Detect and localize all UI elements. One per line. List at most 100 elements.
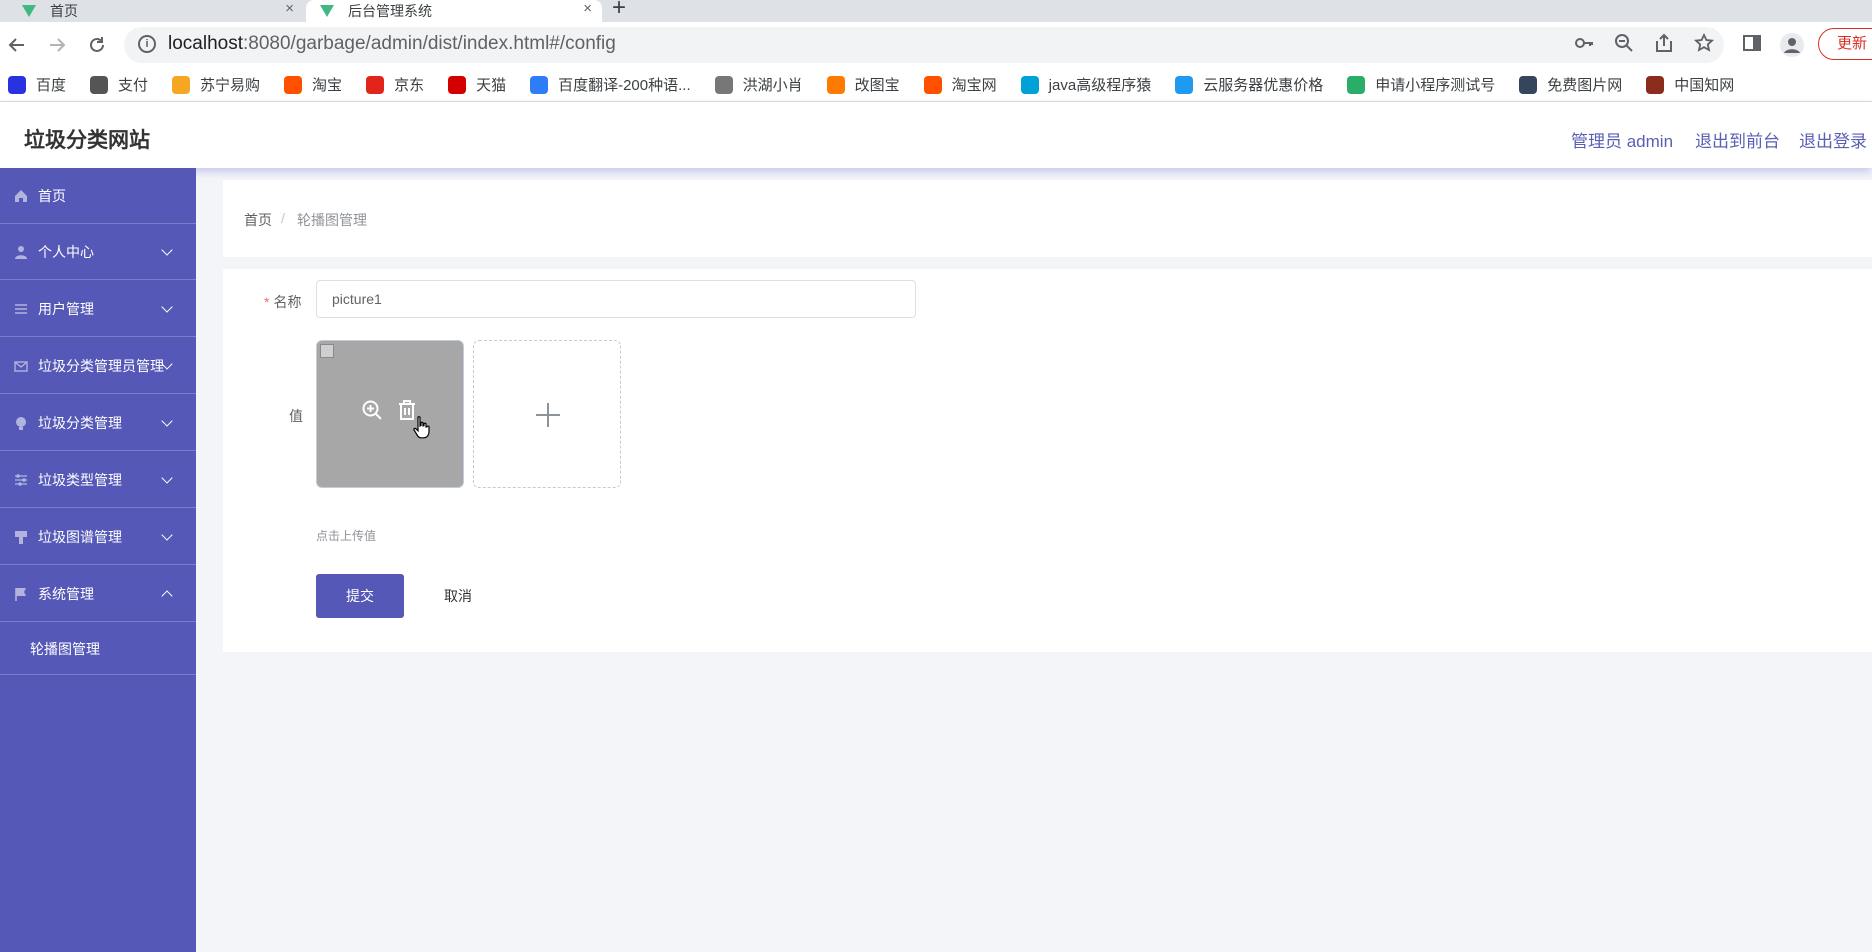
forward-icon[interactable] — [44, 32, 70, 58]
bookmark-label: 淘宝 — [312, 77, 343, 94]
chevron-down-icon — [161, 529, 173, 541]
sidebar-item-garbage-classification[interactable]: 垃圾分类管理 — [0, 395, 196, 451]
cancel-button[interactable]: 取消 — [428, 574, 488, 618]
profile-avatar-icon[interactable] — [1780, 33, 1804, 57]
key-icon[interactable] — [1572, 33, 1596, 57]
name-label: * 名称 — [264, 292, 301, 312]
name-label-text: 名称 — [273, 294, 302, 310]
bookmark-label: 淘宝网 — [951, 77, 997, 94]
bookmark-favicon-icon — [923, 75, 942, 94]
bookmark-item[interactable]: 京东 — [366, 74, 424, 95]
bookmark-item[interactable]: 云服务器优惠价格 — [1175, 74, 1323, 95]
sidebar-item-label: 垃圾类型管理 — [38, 471, 122, 488]
plus-icon — [526, 393, 570, 437]
sidebar-item-users[interactable]: 用户管理 — [0, 281, 196, 337]
update-button[interactable]: 更新 — [1818, 28, 1872, 60]
sidebar-item-profile[interactable]: 个人中心 — [0, 224, 196, 280]
bookmark-label: 支付 — [118, 77, 149, 94]
bookmark-favicon-icon — [714, 75, 733, 94]
bookmark-label: 苏宁易购 — [200, 77, 261, 94]
bookmark-favicon-icon — [1020, 75, 1039, 94]
side-panel-icon[interactable] — [1740, 33, 1764, 57]
back-icon[interactable] — [4, 32, 30, 58]
bookmark-favicon-icon — [172, 75, 191, 94]
bookmark-label: 申请小程序测试号 — [1375, 77, 1496, 94]
bookmark-label: 云服务器优惠价格 — [1203, 77, 1324, 94]
bookmark-item[interactable]: 中国知网 — [1646, 74, 1734, 95]
bookmark-label: 百度翻译-200种语... — [558, 77, 691, 94]
url-path: :8080/garbage/admin/dist/index.html#/con… — [243, 33, 616, 54]
bookmark-item[interactable]: 改图宝 — [826, 74, 900, 95]
bookmark-favicon-icon — [90, 75, 109, 94]
bookmark-item[interactable]: 支付 — [90, 74, 148, 95]
chevron-down-icon — [161, 301, 173, 313]
sidebar-subitem-carousel[interactable]: 轮播图管理 — [0, 623, 196, 675]
bookmark-item[interactable]: 天猫 — [448, 74, 506, 95]
browser-tab-1[interactable]: 首页 × — [8, 0, 304, 22]
bookmark-item[interactable]: java高级程序猿 — [1020, 74, 1152, 95]
sidebar-item-home[interactable]: 首页 — [0, 168, 196, 224]
chevron-down-icon — [161, 415, 173, 427]
site-title: 垃圾分类网站 — [24, 129, 150, 152]
submit-button[interactable]: 提交 — [316, 574, 404, 618]
vue-favicon-icon — [320, 5, 334, 17]
message-icon — [14, 359, 28, 373]
bookmark-label: 洪湖小肖 — [742, 77, 803, 94]
new-tab-button[interactable]: + — [612, 0, 626, 22]
bookmark-item[interactable]: 免费图片网 — [1519, 74, 1622, 95]
flag-icon — [14, 587, 28, 601]
close-tab-icon[interactable]: × — [583, 0, 592, 17]
broken-image-icon — [320, 344, 334, 358]
logout-link[interactable]: 退出登录 — [1799, 127, 1867, 152]
url-text[interactable]: localhost:8080/garbage/admin/dist/index.… — [168, 33, 616, 55]
site-info-icon[interactable]: i — [138, 35, 156, 53]
bookmark-label: 京东 — [394, 77, 425, 94]
zoom-in-icon[interactable] — [361, 399, 383, 421]
close-tab-icon[interactable]: × — [285, 0, 294, 17]
bookmarks-bar: 百度 支付 苏宁易购 淘宝 京东 天猫 百度翻译-200种语... 洪湖小肖 改图宝 淘宝网 jav… — [0, 68, 1872, 102]
chevron-down-icon — [161, 472, 173, 484]
bookmark-favicon-icon — [1175, 75, 1194, 94]
browser-tab-2-active[interactable]: 后台管理系统 × — [306, 0, 602, 22]
user-icon — [14, 245, 28, 259]
bookmark-favicon-icon — [366, 75, 385, 94]
bookmark-favicon-icon — [530, 75, 549, 94]
breadcrumb-home[interactable]: 首页 — [244, 210, 272, 230]
sidebar-item-garbage-admins[interactable]: 垃圾分类管理员管理 — [0, 338, 196, 394]
name-input[interactable] — [316, 280, 916, 318]
bookmark-favicon-icon — [1519, 75, 1538, 94]
admin-user-label[interactable]: 管理员 admin — [1571, 127, 1673, 152]
bookmark-label: 中国知网 — [1674, 77, 1735, 94]
bookmark-favicon-icon — [1646, 75, 1665, 94]
share-icon[interactable] — [1652, 33, 1676, 57]
bookmark-item[interactable]: 百度翻译-200种语... — [530, 74, 691, 95]
bookmark-star-icon[interactable] — [1692, 32, 1716, 57]
bookmark-favicon-icon — [448, 75, 467, 94]
sidebar-item-label: 垃圾分类管理员管理 — [38, 357, 164, 374]
sidebar-item-system[interactable]: 系统管理 — [0, 566, 196, 622]
breadcrumb — [223, 180, 1872, 257]
value-label: 值 — [289, 408, 303, 424]
bookmark-item[interactable]: 淘宝网 — [923, 74, 997, 95]
bookmark-item[interactable]: 苏宁易购 — [172, 74, 260, 95]
bookmark-item[interactable]: 淘宝 — [284, 74, 342, 95]
bookmark-item[interactable]: 百度 — [8, 74, 66, 95]
upload-tip: 点击上传值 — [316, 529, 377, 543]
sidebar-item-garbage-types[interactable]: 垃圾类型管理 — [0, 452, 196, 508]
zoom-icon[interactable] — [1612, 33, 1636, 57]
breadcrumb-current: 轮播图管理 — [297, 212, 367, 228]
image-upload-button[interactable] — [473, 340, 621, 488]
hand-cursor-icon — [413, 415, 431, 439]
bookmark-favicon-icon — [1347, 75, 1366, 94]
bookmark-item[interactable]: 洪湖小肖 — [714, 74, 803, 95]
tab-title: 首页 — [50, 3, 78, 19]
exit-to-front-link[interactable]: 退出到前台 — [1695, 127, 1780, 152]
sidebar-item-garbage-atlas[interactable]: 垃圾图谱管理 — [0, 509, 196, 565]
bookmark-label: 免费图片网 — [1547, 77, 1623, 94]
sidebar-item-label: 垃圾分类管理 — [38, 414, 122, 431]
bookmark-label: java高级程序猿 — [1048, 77, 1152, 94]
reload-icon[interactable] — [84, 32, 110, 58]
bookmark-label: 百度 — [36, 77, 67, 94]
uploaded-image-thumbnail[interactable] — [316, 340, 464, 488]
bookmark-item[interactable]: 申请小程序测试号 — [1347, 74, 1495, 95]
